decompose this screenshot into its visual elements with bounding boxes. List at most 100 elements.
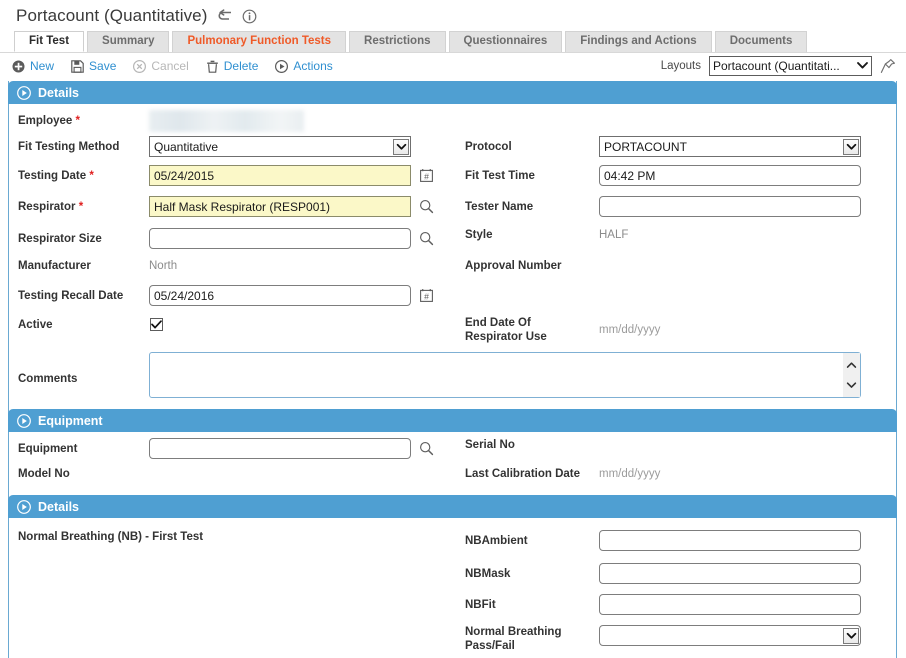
tab-restrictions[interactable]: Restrictions [349,31,445,52]
triangle-right-icon [17,500,31,514]
row-testing-recall-date: Testing Recall Date 05/24/2016 # [9,285,896,316]
tab-questionnaires[interactable]: Questionnaires [449,31,563,52]
comments-scrollbar[interactable] [843,353,860,397]
layouts-select[interactable]: Portacount (Quantitati... [709,56,872,76]
fit-test-time-input[interactable]: 04:42 PM [599,165,861,186]
search-icon[interactable] [419,441,434,456]
calendar-icon[interactable]: # [419,168,434,183]
cancel-button[interactable]: Cancel [133,59,188,73]
protocol-select[interactable]: PORTACOUNT [599,136,861,157]
pin-icon[interactable] [880,58,896,74]
row-model-no: Model No Last Calibration Date mm/dd/yyy… [9,467,896,490]
nb-mask-input[interactable] [599,563,861,584]
employee-value-redacted[interactable] [149,110,304,132]
testing-date-input[interactable]: 05/24/2015 [149,165,411,186]
label-text: Employee [18,115,72,127]
respirator-size-label: Respirator Size [9,232,149,246]
employee-label: Employee * [9,114,149,128]
row-respirator-size: Respirator Size Style HALF [9,228,896,259]
svg-text:#: # [424,291,429,301]
manufacturer-value: North [149,260,177,272]
fit-test-time-value: 04:42 PM [604,169,655,183]
comments-value[interactable] [150,353,843,397]
fit-testing-method-value: Quantitative [154,140,218,154]
section-header-details[interactable]: Details [8,81,897,104]
search-icon[interactable] [419,231,434,246]
respirator-input[interactable]: Half Mask Respirator (RESP001) [149,196,411,217]
details2-body: Normal Breathing (NB) - First Test NBAmb… [9,518,896,658]
respirator-size-input[interactable] [149,228,411,249]
end-date-respirator-use-placeholder[interactable]: mm/dd/yyyy [599,316,660,336]
save-button[interactable]: Save [71,59,116,73]
save-label: Save [89,59,116,73]
layouts-select-value: Portacount (Quantitati... [713,59,840,73]
testing-recall-date-value: 05/24/2016 [154,289,214,303]
nb-mask-label: NBMask [456,567,599,581]
tab-summary[interactable]: Summary [87,31,169,52]
actions-button[interactable]: Actions [275,59,332,73]
chevron-down-icon [843,139,859,155]
row-nb-mask: NBMask [9,563,896,594]
back-arrow-icon[interactable] [216,9,233,24]
serial-no-label: Serial No [456,438,599,452]
nb-ambient-input[interactable] [599,530,861,551]
svg-text:#: # [424,171,429,181]
nb-fit-input[interactable] [599,594,861,615]
new-button[interactable]: New [12,59,54,73]
tab-findings-and-actions[interactable]: Findings and Actions [565,31,712,52]
label-line1: End Date Of [465,317,531,329]
row-active: Active End Date Of Respirator Use mm/dd/… [9,316,896,352]
new-label: New [30,59,54,73]
delete-button[interactable]: Delete [206,59,259,73]
section-title: Equipment [38,414,103,428]
tab-documents[interactable]: Documents [715,31,808,52]
end-date-respirator-use-label: End Date Of Respirator Use [456,316,599,344]
titlebar: Portacount (Quantitative) [0,0,906,30]
section-header-equipment[interactable]: Equipment [8,409,897,432]
label-line1: Normal Breathing [465,626,562,638]
last-calibration-date-label: Last Calibration Date [456,467,599,481]
tab-label: Questionnaires [464,35,548,47]
model-no-label: Model No [9,467,149,481]
section-title: Details [38,500,79,514]
info-circle-icon[interactable] [242,9,257,24]
active-checkbox[interactable] [150,318,163,331]
testing-recall-date-label: Testing Recall Date [9,289,149,303]
search-icon[interactable] [419,199,434,214]
row-equipment: Equipment Serial No [9,438,896,467]
label-text: Testing Date [18,170,86,182]
scroll-down-icon[interactable] [846,376,857,394]
tester-name-input[interactable] [599,196,861,217]
content-panel: Details Employee * Fit Testing Method [8,81,897,658]
respirator-value: Half Mask Respirator (RESP001) [154,200,330,214]
required-marker: * [76,201,84,213]
layouts-label: Layouts [661,60,701,72]
tab-label: Findings and Actions [580,35,697,47]
row-comments: Comments [9,352,896,404]
row-manufacturer: Manufacturer North Approval Number [9,259,896,285]
row-nb-pass-fail: Normal Breathing Pass/Fail [9,625,896,655]
testing-recall-date-input[interactable]: 05/24/2016 [149,285,411,306]
equipment-input[interactable] [149,438,411,459]
last-calibration-date-placeholder[interactable]: mm/dd/yyyy [599,468,660,480]
section-header-details-2[interactable]: Details [8,495,897,518]
calendar-icon[interactable]: # [419,288,434,303]
tab-label: Fit Test [29,35,69,47]
section-title: Details [38,86,79,100]
required-marker: * [72,115,80,127]
fit-test-time-label: Fit Test Time [456,169,599,183]
action-toolbar: New Save Cancel Delete Actions [0,52,906,79]
tab-pulmonary-function-tests[interactable]: Pulmonary Function Tests [172,31,346,52]
comments-textarea[interactable] [149,352,861,398]
actions-label: Actions [293,59,332,73]
tester-name-label: Tester Name [456,200,599,214]
chevron-down-icon [393,139,409,155]
style-label: Style [456,228,599,242]
delete-label: Delete [224,59,259,73]
scroll-up-icon[interactable] [846,356,857,374]
fit-testing-method-select[interactable]: Quantitative [149,136,411,157]
nb-pass-fail-select[interactable] [599,625,861,646]
label-text: Respirator [18,201,76,213]
row-employee: Employee * [9,110,896,136]
tab-fit-test[interactable]: Fit Test [14,31,84,52]
